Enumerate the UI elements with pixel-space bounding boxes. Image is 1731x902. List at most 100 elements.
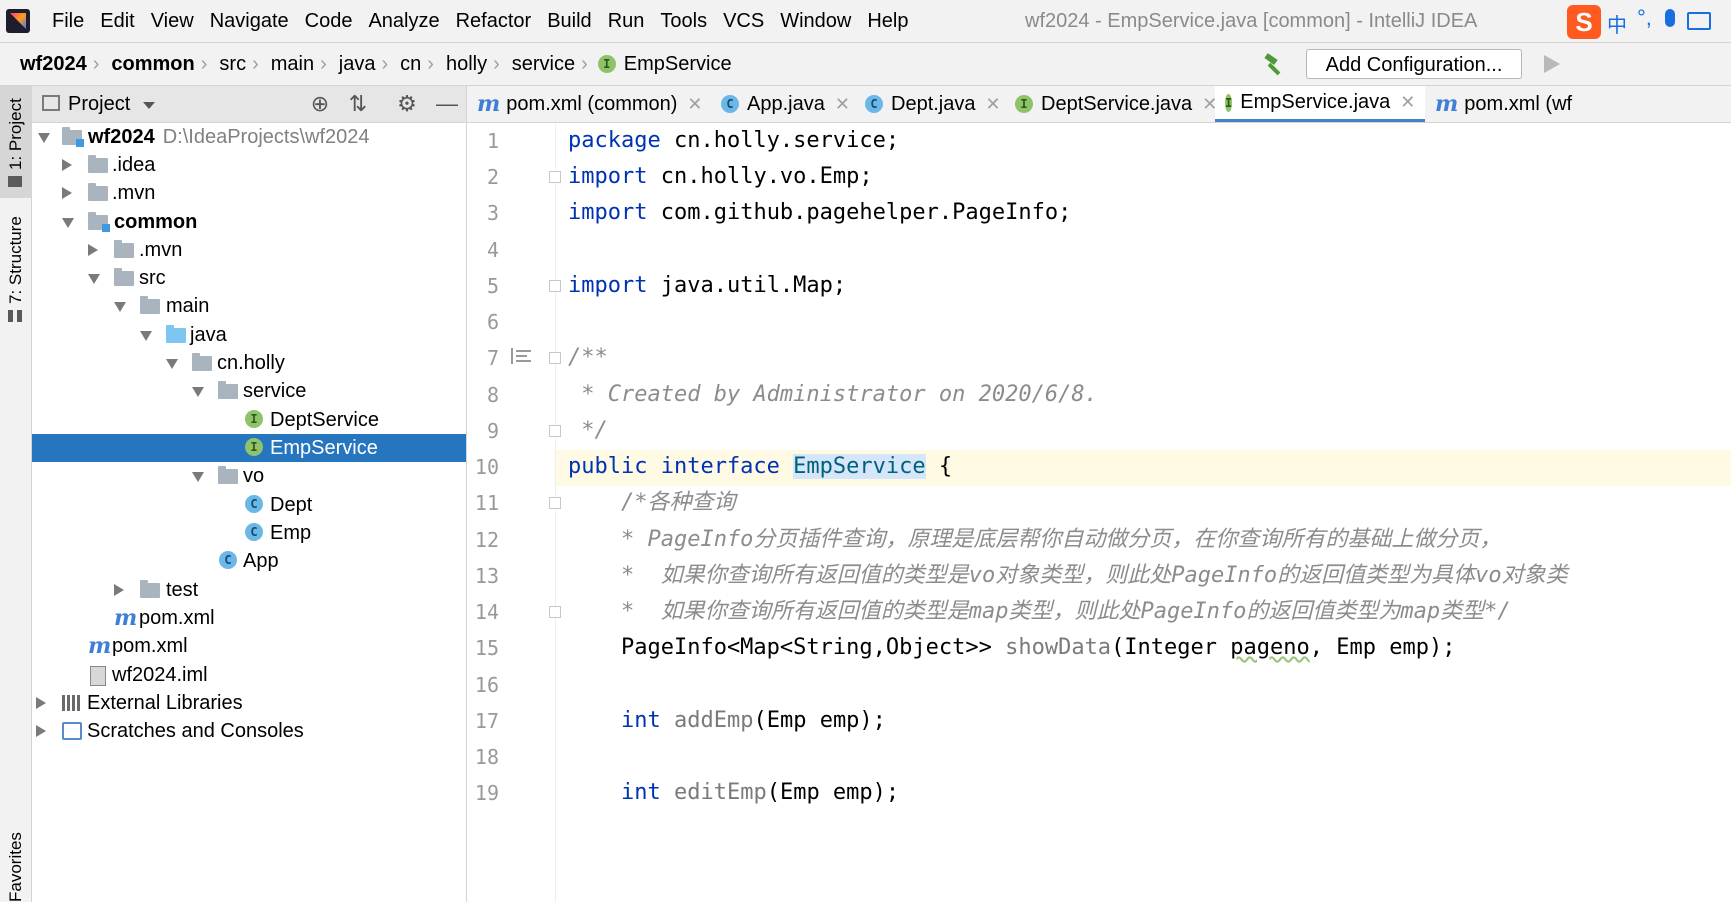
tree-node-service[interactable]: service <box>32 377 466 405</box>
menu-code[interactable]: Code <box>297 7 361 35</box>
module-folder-icon <box>62 127 84 147</box>
locate-target-icon[interactable]: ⊕ <box>307 91 333 117</box>
tree-node-common-mvn[interactable]: .mvn <box>32 236 466 264</box>
structure-tool-button[interactable]: 7: Structure <box>0 210 31 326</box>
crumb-holly[interactable]: holly <box>436 53 491 76</box>
run-icon[interactable] <box>1544 55 1560 73</box>
code-line-8: * Created by Administrator on 2020/6/8. <box>568 382 1098 407</box>
project-view-selector[interactable]: Project <box>68 90 130 118</box>
tree-node-dept[interactable]: C Dept <box>32 491 466 519</box>
crumb-empservice[interactable]: EmpService <box>616 53 736 76</box>
expand-arrow-icon[interactable] <box>88 274 100 284</box>
tree-node-cn-holly[interactable]: cn.holly <box>32 349 466 377</box>
close-icon[interactable]: ✕ <box>986 94 1001 115</box>
tab-pom-root[interactable]: m pom.xml (wf <box>1435 86 1572 122</box>
expand-arrow-icon[interactable] <box>192 472 204 482</box>
collapse-arrow-icon[interactable] <box>88 244 98 256</box>
tab-pom-common[interactable]: m pom.xml (common) ✕ <box>477 86 703 122</box>
tree-node-java[interactable]: java <box>32 321 466 349</box>
tree-node-mvn[interactable]: .mvn <box>32 179 466 207</box>
ime-language-toggle[interactable]: 中 <box>1607 9 1627 38</box>
chevron-down-icon[interactable] <box>143 102 155 109</box>
tree-node-common-pom[interactable]: m pom.xml <box>32 604 466 632</box>
render-doc-icon[interactable] <box>511 348 531 364</box>
sogou-ime-logo-icon[interactable]: S <box>1567 5 1601 39</box>
menu-edit[interactable]: Edit <box>92 7 142 35</box>
microphone-icon[interactable] <box>1665 9 1675 27</box>
collapse-all-icon[interactable]: ⇅ <box>345 91 371 117</box>
menu-analyze[interactable]: Analyze <box>360 7 447 35</box>
expand-arrow-icon[interactable] <box>140 331 152 341</box>
expand-arrow-icon[interactable] <box>192 387 204 397</box>
crumb-main[interactable]: main <box>261 53 318 76</box>
tree-node-root-pom[interactable]: m pom.xml <box>32 632 466 660</box>
tree-node-empservice[interactable]: I EmpService <box>32 434 466 462</box>
tree-node-scratches[interactable]: Scratches and Consoles <box>32 717 466 745</box>
crumb-service[interactable]: service <box>502 53 579 76</box>
tree-node-wf2024[interactable]: wf2024 D:\IdeaProjects\wf2024 <box>32 123 466 151</box>
tree-node-external-libraries[interactable]: External Libraries <box>32 689 466 717</box>
tab-app-java[interactable]: C App.java ✕ <box>721 86 850 122</box>
collapse-arrow-icon[interactable] <box>114 584 124 596</box>
expand-arrow-icon[interactable] <box>38 133 50 143</box>
menu-refactor[interactable]: Refactor <box>448 7 540 35</box>
menu-tools[interactable]: Tools <box>652 7 715 35</box>
close-icon[interactable]: ✕ <box>1400 92 1415 113</box>
expand-arrow-icon[interactable] <box>166 359 178 369</box>
favorites-tool-button[interactable]: Favorites <box>0 746 31 902</box>
crumb-project[interactable]: wf2024 <box>10 53 91 76</box>
fold-marker-icon[interactable] <box>549 497 561 509</box>
fold-marker-icon[interactable] <box>549 606 561 618</box>
build-hammer-icon[interactable] <box>1262 52 1286 76</box>
hide-panel-icon[interactable]: — <box>434 91 460 117</box>
fold-marker-icon[interactable] <box>549 280 561 292</box>
editor-tab-bar: m pom.xml (common) ✕ C App.java ✕ C Dept… <box>467 86 1731 123</box>
fold-marker-icon[interactable] <box>549 171 561 183</box>
tab-empservice-java[interactable]: I EmpService.java ✕ <box>1215 86 1425 122</box>
close-icon[interactable]: ✕ <box>835 94 850 115</box>
tree-node-iml[interactable]: wf2024.iml <box>32 661 466 689</box>
fold-marker-icon[interactable] <box>549 425 561 437</box>
crumb-module[interactable]: common <box>101 53 198 76</box>
tree-node-emp[interactable]: C Emp <box>32 519 466 547</box>
crumb-cn[interactable]: cn <box>390 53 425 76</box>
add-configuration-button[interactable]: Add Configuration... <box>1306 49 1522 79</box>
expand-arrow-icon[interactable] <box>114 302 126 312</box>
menu-window[interactable]: Window <box>772 7 859 35</box>
menu-vcs[interactable]: VCS <box>715 7 772 35</box>
tree-node-test[interactable]: test <box>32 576 466 604</box>
collapse-arrow-icon[interactable] <box>62 159 72 171</box>
ime-punctuation-toggle[interactable]: °, <box>1637 5 1652 31</box>
tree-node-common[interactable]: common <box>32 208 466 236</box>
folder-icon <box>140 296 160 314</box>
menu-run[interactable]: Run <box>600 7 653 35</box>
project-tool-button[interactable]: 1: Project <box>0 86 31 198</box>
code-editor[interactable]: 1 2 3 4 5 6 7 8 9 10 11 12 13 14 15 16 1… <box>467 123 1731 902</box>
window-title: wf2024 - EmpService.java [common] - Inte… <box>1025 10 1478 32</box>
gear-icon[interactable]: ⚙ <box>394 91 420 117</box>
tab-deptservice-java[interactable]: I DeptService.java ✕ <box>1015 86 1217 122</box>
favorites-tool-label: Favorites <box>6 832 25 902</box>
collapse-arrow-icon[interactable] <box>62 187 72 199</box>
fold-marker-icon[interactable] <box>549 352 561 364</box>
menu-navigate[interactable]: Navigate <box>202 7 297 35</box>
tree-node-app[interactable]: C App <box>32 547 466 575</box>
menu-view[interactable]: View <box>143 7 202 35</box>
crumb-src[interactable]: src <box>209 53 250 76</box>
menu-build[interactable]: Build <box>539 7 599 35</box>
expand-arrow-icon[interactable] <box>62 218 74 228</box>
tree-node-src[interactable]: src <box>32 264 466 292</box>
tree-node-label: cn.holly <box>217 352 285 374</box>
close-icon[interactable]: ✕ <box>687 94 702 115</box>
menu-file[interactable]: File <box>44 7 92 35</box>
menu-help[interactable]: Help <box>859 7 916 35</box>
collapse-arrow-icon[interactable] <box>36 697 46 709</box>
tree-node-deptservice[interactable]: I DeptService <box>32 406 466 434</box>
tab-dept-java[interactable]: C Dept.java ✕ <box>865 86 1001 122</box>
collapse-arrow-icon[interactable] <box>36 725 46 737</box>
tree-node-main[interactable]: main <box>32 292 466 320</box>
crumb-java[interactable]: java <box>329 53 380 76</box>
tree-node-idea[interactable]: .idea <box>32 151 466 179</box>
keyboard-icon[interactable] <box>1687 12 1711 30</box>
tree-node-vo[interactable]: vo <box>32 462 466 490</box>
